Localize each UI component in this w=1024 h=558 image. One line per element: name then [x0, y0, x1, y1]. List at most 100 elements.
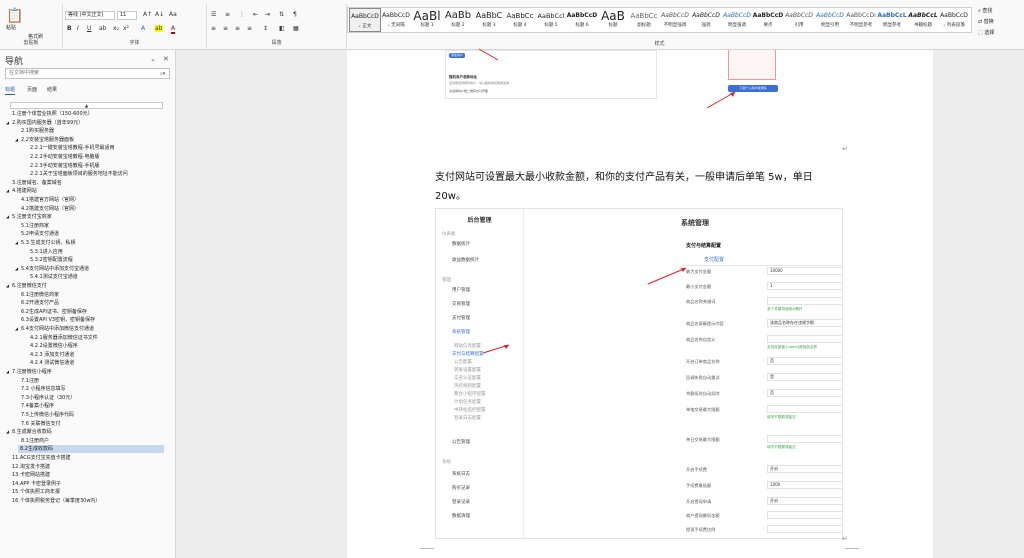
align-left-icon[interactable]: ≡ [211, 25, 216, 32]
show-marks-icon[interactable]: ¶ [293, 11, 297, 18]
find-button[interactable]: ⌕ 查找 [978, 6, 1024, 17]
replace-button[interactable]: ⇄ 替换 [978, 17, 1024, 28]
bullets-icon[interactable]: ☰ [211, 11, 216, 18]
style-item[interactable]: AaBbCcD ₊ 无间隔 [380, 8, 412, 32]
nav-heading-item[interactable]: 7.3小程序认证（30元） [0, 394, 75, 402]
strikethrough-icon[interactable]: ab [99, 25, 107, 32]
nav-heading-item[interactable]: 8.1注册商户 [0, 437, 49, 445]
style-item[interactable]: AaBbCcD 明显强调 [721, 8, 753, 32]
nav-heading-item[interactable]: 11.ACG支付宝充值卡搭建 [0, 454, 71, 462]
collapse-caret-icon[interactable]: ◢ [6, 428, 9, 436]
superscript-icon[interactable]: x² [123, 25, 129, 32]
nav-heading-item[interactable]: 6.1注册微信商家 [0, 291, 59, 299]
tab-results[interactable]: 结果 [47, 86, 57, 93]
nav-heading-item[interactable]: 14.APP 卡密登录例子 [0, 480, 61, 488]
nav-heading-item[interactable]: 1.注册个体营业执照（150-600元） [0, 110, 93, 118]
nav-heading-item[interactable]: ◢ 4.搭建网站 [0, 187, 37, 195]
select-button[interactable]: ⬚ 选择 [978, 28, 1024, 39]
nav-heading-item[interactable]: 13.卡密网站搭建 [0, 471, 50, 479]
nav-heading-item[interactable]: 5.2申请支付通道 [0, 230, 59, 238]
search-icon[interactable]: ⌕▾ [160, 71, 165, 77]
nav-heading-item[interactable]: 3.注册域名、备案域名 [0, 179, 62, 187]
nav-heading-item[interactable]: 4.2.1服务器添加微信证书文件 [0, 334, 98, 342]
collapse-caret-icon[interactable]: ◢ [15, 325, 18, 333]
nav-heading-item[interactable]: ◢ 6.注册微信支付 [0, 282, 47, 290]
collapse-caret-icon[interactable]: ◢ [6, 187, 9, 195]
style-item[interactable]: AaBbCcD ₊ 正文 [349, 8, 381, 32]
nav-heading-item[interactable]: ◢ 2.购买国内服务器（首年99元） [0, 119, 83, 127]
nav-heading-item[interactable]: 6.2生成API证书、密钥备保存 [0, 308, 87, 316]
nav-heading-item[interactable]: 7.6 关联微信支付 [0, 420, 61, 428]
tab-pages[interactable]: 页面 [27, 86, 37, 93]
collapse-caret-icon[interactable]: ◢ [6, 213, 9, 221]
increase-indent-icon[interactable]: ⇥ [265, 11, 270, 18]
nav-heading-item[interactable]: ◢ 2.2安装宝塔服务器面板 [0, 136, 74, 144]
change-case-icon[interactable]: Aa [169, 11, 177, 18]
font-size-select[interactable]: 11 [117, 11, 137, 20]
style-item[interactable]: AaBbCcD 强调 [690, 8, 722, 32]
collapse-caret-icon[interactable]: ◢ [15, 136, 18, 144]
shading-icon[interactable]: ◧ [279, 25, 285, 32]
nav-heading-item[interactable]: 8.2生成收款码 [18, 445, 164, 454]
nav-heading-item[interactable]: 6.3设置API V3密钥，密钥备保存 [0, 316, 95, 324]
style-item[interactable]: AaBb 标题 2 [442, 8, 474, 32]
collapse-caret-icon[interactable]: ◢ [6, 119, 9, 127]
text-effects-icon[interactable]: A [141, 25, 145, 32]
style-item[interactable]: AaBbCcD 引用 [783, 8, 815, 32]
nav-heading-item[interactable]: 7.2 小程序信息填写 [0, 385, 66, 393]
subscript-icon[interactable]: x₂ [113, 25, 119, 32]
nav-heading-item[interactable]: ◢ 5.4支付网站中添加支付宝通道 [0, 265, 89, 273]
nav-heading-item[interactable]: ◢ 8.生成聚合收款码 [0, 428, 52, 436]
font-name-select[interactable]: 等线 (中文正文) [65, 11, 115, 20]
align-center-icon[interactable]: ≡ [223, 25, 228, 32]
underline-icon[interactable]: U [87, 25, 91, 32]
nav-heading-item[interactable]: ◢ 5.3.生成支付公钥、私钥 [0, 239, 76, 247]
nav-heading-item[interactable]: 2.2.2手动安装宝塔教程-电脑版 [0, 153, 100, 161]
style-item[interactable]: AaBbCcD 明显引用 [814, 8, 846, 32]
close-icon[interactable]: ✕ [163, 55, 169, 63]
style-item[interactable]: AaBbCc 标题 4 [504, 8, 536, 32]
nav-heading-item[interactable]: 4.2搭建支付网站（官网） [0, 205, 79, 213]
nav-heading-item[interactable]: 5.3.1进入应用 [0, 248, 63, 256]
tab-headings[interactable]: 标题 [5, 86, 16, 95]
grow-font-icon[interactable]: A↑ [143, 11, 152, 18]
style-item[interactable]: AaB 标题 [597, 8, 629, 32]
nav-heading-item[interactable]: 7.1注册 [0, 377, 39, 385]
nav-heading-item[interactable]: 16.个体执照税务登记（每季度30w内） [0, 497, 100, 505]
nav-heading-item[interactable]: 4.2.4 测试微信通道 [0, 359, 74, 367]
nav-heading-item[interactable]: 5.4.1测试支付宝通道 [0, 273, 78, 281]
paste-icon[interactable]: 📋 [6, 8, 23, 24]
style-item[interactable]: AaBbCc 副标题 [628, 8, 660, 32]
scroll-up-button[interactable]: ▲ [10, 102, 163, 109]
highlight-icon[interactable]: ab [155, 25, 163, 32]
nav-heading-item[interactable]: 7.4备案小程序 [0, 402, 54, 410]
nav-heading-item[interactable]: 2.1购买服务器 [0, 127, 54, 135]
nav-heading-item[interactable]: 2.2.3手动安装宝塔教程-手机版 [0, 162, 100, 170]
nav-heading-item[interactable]: 2.2.1关于宝塔面板项目的服务地址不能访问 [0, 170, 128, 178]
nav-heading-item[interactable]: 4.2.2设置微信小程序 [0, 342, 78, 350]
nav-heading-item[interactable]: 7.5上传微信小程序代码 [0, 411, 74, 419]
shrink-font-icon[interactable]: A↓ [155, 11, 164, 18]
nav-heading-item[interactable]: 2.2.1一键安装宝塔教程-手机号最适用 [0, 144, 115, 152]
collapse-caret-icon[interactable]: ◢ [6, 282, 9, 290]
nav-heading-item[interactable]: ◢ 5.注册支付宝商家 [0, 213, 52, 221]
nav-heading-item[interactable]: 15.个体执照工商年报 [0, 488, 60, 496]
style-item[interactable]: AaBl 标题 1 [411, 8, 443, 32]
collapse-caret-icon[interactable]: ◢ [15, 265, 18, 273]
italic-icon[interactable]: I [77, 25, 79, 32]
style-item[interactable]: AaBbCcL 明显参考 [876, 8, 908, 32]
paste-button[interactable]: 粘贴 [6, 24, 16, 31]
body-paragraph[interactable]: 支付网站可设置最大最小收款金额，和你的支付产品有关，一般申请后单笔 5w，单日 … [435, 168, 845, 206]
bold-icon[interactable]: B [67, 25, 72, 32]
decrease-indent-icon[interactable]: ⇤ [253, 11, 258, 18]
chevron-down-icon[interactable]: ⌄ [150, 55, 156, 63]
collapse-caret-icon[interactable]: ◢ [6, 368, 9, 376]
nav-heading-item[interactable]: 5.1注册商家 [0, 222, 49, 230]
nav-heading-item[interactable]: 5.3.2密钥配置流程 [0, 256, 73, 264]
style-item[interactable]: AaBbCcL 书籍标题 [907, 8, 939, 32]
nav-heading-item[interactable]: 4.2.3 添加支付通道 [0, 351, 74, 359]
style-item[interactable]: AaBbCcD 标题 6 [566, 8, 598, 32]
nav-heading-item[interactable]: ◢ 7.注册微信小程序 [0, 368, 52, 376]
numbering-icon[interactable]: ≡ [225, 11, 230, 18]
multilevel-list-icon[interactable]: ⋮ [239, 11, 245, 18]
